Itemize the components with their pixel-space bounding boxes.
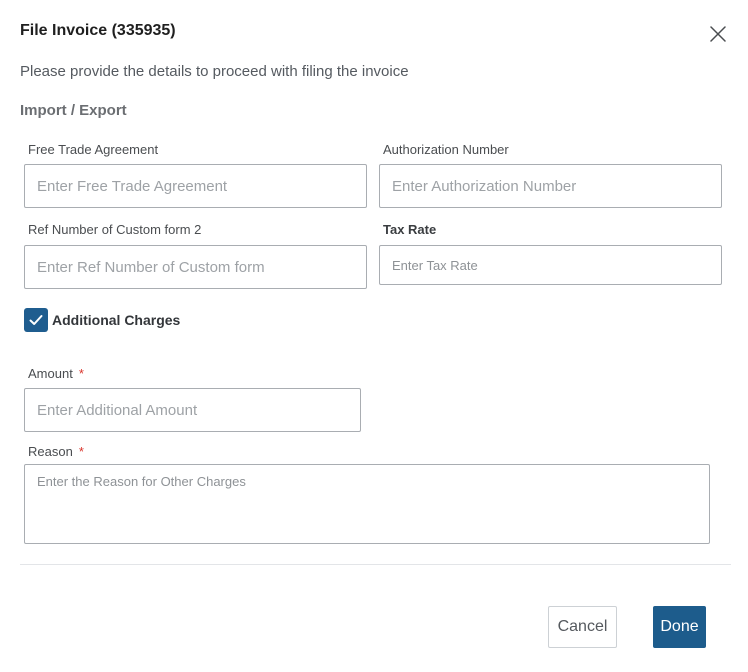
required-indicator: * [78, 444, 84, 459]
free-trade-agreement-label: Free Trade Agreement [28, 142, 159, 157]
tax-rate-label: Tax Rate [383, 222, 437, 237]
reason-textarea[interactable] [24, 464, 710, 544]
close-icon [710, 26, 726, 42]
reason-label: Reason * [28, 444, 84, 459]
dialog-title: File Invoice (335935) [20, 22, 176, 39]
checkmark-icon [29, 315, 43, 325]
section-title-import-export: Import / Export [20, 102, 127, 119]
reason-label-text: Reason [28, 444, 73, 459]
footer-divider [20, 564, 731, 565]
ref-number-custom-form-input[interactable] [24, 245, 367, 289]
amount-label-text: Amount [28, 366, 73, 381]
additional-charges-checkbox[interactable] [24, 308, 48, 332]
done-button[interactable]: Done [653, 606, 706, 648]
authorization-number-input[interactable] [379, 164, 722, 208]
dialog-subtitle: Please provide the details to proceed wi… [20, 63, 409, 80]
amount-input[interactable] [24, 388, 361, 432]
required-indicator: * [78, 366, 84, 381]
ref-number-custom-form-label: Ref Number of Custom form 2 [28, 222, 202, 237]
file-invoice-dialog: File Invoice (335935) Please provide the… [0, 0, 748, 672]
additional-charges-checkbox-row[interactable]: Additional Charges [24, 308, 180, 332]
close-button[interactable] [704, 20, 732, 48]
free-trade-agreement-input[interactable] [24, 164, 367, 208]
additional-charges-label: Additional Charges [52, 312, 181, 328]
authorization-number-label: Authorization Number [383, 142, 509, 157]
tax-rate-input[interactable] [379, 245, 722, 285]
cancel-button[interactable]: Cancel [548, 606, 617, 648]
amount-label: Amount * [28, 366, 84, 381]
